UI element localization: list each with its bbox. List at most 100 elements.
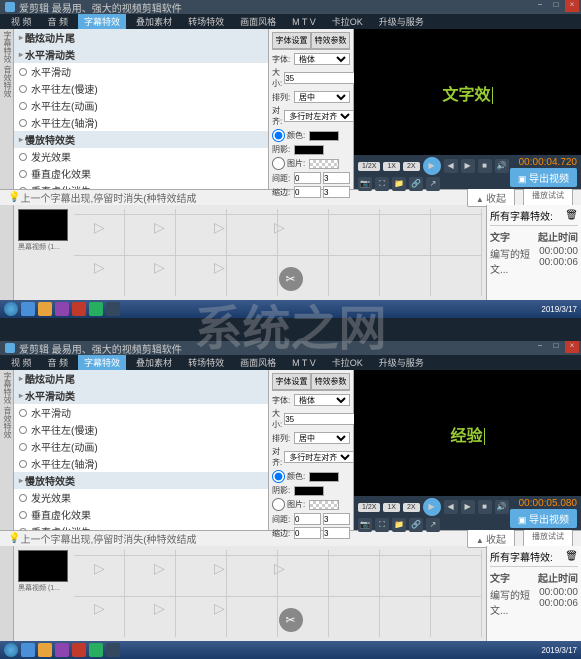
next-frame-button[interactable]: ▶	[461, 159, 475, 173]
menu-0[interactable]: 视 频	[5, 14, 38, 29]
spacing-input[interactable]	[294, 172, 321, 184]
menu-1[interactable]: 音 频	[42, 14, 75, 29]
close-button[interactable]: ×	[565, 0, 579, 12]
tree-item[interactable]: 水平往左(轴滑)	[14, 455, 268, 472]
color-swatch[interactable]	[309, 131, 339, 141]
effects-tree[interactable]: ▸酷炫动片尾▸水平滑动类水平滑动水平往左(慢速)水平往左(动画)水平往左(轴滑)…	[14, 29, 269, 189]
stop-button[interactable]: ■	[478, 500, 492, 514]
menu-4[interactable]: 转场特效	[182, 14, 230, 29]
margin-input2[interactable]	[323, 186, 350, 198]
link-button[interactable]: 🔗	[409, 518, 423, 532]
tree-group[interactable]: ▸水平滑动类	[14, 387, 268, 404]
spacing-input2[interactable]	[323, 172, 350, 184]
taskbar-app[interactable]	[38, 643, 52, 657]
color-swatch[interactable]	[309, 472, 339, 482]
taskbar-app[interactable]	[21, 643, 35, 657]
tree-item[interactable]: 水平往左(动画)	[14, 97, 268, 114]
align-select[interactable]: 居中	[294, 91, 350, 103]
tree-item[interactable]: 发光效果	[14, 489, 268, 506]
margin-input[interactable]	[294, 186, 321, 198]
valign-select[interactable]: 多行时左对齐	[284, 451, 354, 463]
valign-select[interactable]: 多行时左对齐	[284, 110, 354, 122]
taskbar-app[interactable]	[106, 643, 120, 657]
tree-item[interactable]: 水平往左(轴滑)	[14, 114, 268, 131]
subtitle-row[interactable]: 编写的短文... 00:00:00 00:00:06	[490, 586, 578, 618]
speed-2x[interactable]: 2X	[403, 162, 420, 171]
spacing-input2[interactable]	[323, 513, 350, 525]
pattern-swatch[interactable]	[309, 500, 339, 510]
tree-group[interactable]: ▸酷炫动片尾	[14, 29, 268, 46]
speed-half[interactable]: 1/2X	[358, 503, 380, 512]
next-frame-button[interactable]: ▶	[461, 500, 475, 514]
export-button[interactable]: ▣ 导出视频	[510, 168, 577, 187]
left-sidebar[interactable]: 字幕特效 音效特效	[0, 29, 14, 189]
start-button[interactable]	[4, 643, 18, 657]
color-radio[interactable]	[272, 129, 285, 142]
taskbar-app[interactable]	[55, 302, 69, 316]
shadow-swatch[interactable]	[294, 145, 324, 155]
menu-5[interactable]: 画面风格	[234, 355, 282, 370]
menu-7[interactable]: 卡拉OK	[326, 14, 369, 29]
share-button[interactable]: ↗	[426, 177, 440, 191]
tree-item[interactable]: 垂直虚化效果	[14, 506, 268, 523]
taskbar-app[interactable]	[72, 643, 86, 657]
maximize-button[interactable]: □	[549, 341, 563, 353]
margin-input2[interactable]	[323, 527, 350, 539]
taskbar-app[interactable]	[89, 302, 103, 316]
play-button[interactable]: ▶	[423, 157, 441, 175]
delete-icon[interactable]: 🗑	[565, 551, 578, 562]
timeline-main[interactable]: 黑幕视频 (1... ▷ ▷ ▷ ▷ ▷ ▷ ▷	[14, 205, 486, 300]
taskbar-app[interactable]	[38, 302, 52, 316]
menu-2[interactable]: 字幕特效	[78, 14, 126, 29]
tree-group[interactable]: ▸慢放特效类	[14, 472, 268, 489]
tree-item[interactable]: 垂直虚化消失	[14, 523, 268, 530]
spacing-input[interactable]	[294, 513, 321, 525]
font-select[interactable]: 楷体	[294, 394, 350, 406]
menu-6[interactable]: M T V	[286, 357, 322, 369]
timeline-sidebar[interactable]	[0, 546, 14, 641]
stop-button[interactable]: ■	[478, 159, 492, 173]
tree-item[interactable]: 水平滑动	[14, 404, 268, 421]
taskbar-app[interactable]	[89, 643, 103, 657]
pattern-swatch[interactable]	[309, 159, 339, 169]
tree-item[interactable]: 发光效果	[14, 148, 268, 165]
tree-item[interactable]: 垂直虚化效果	[14, 165, 268, 182]
volume-icon[interactable]: 🔊	[495, 500, 509, 514]
tab-effect[interactable]: 特效参数	[311, 32, 350, 49]
taskbar-app[interactable]	[55, 643, 69, 657]
prev-frame-button[interactable]: ◀	[444, 500, 458, 514]
taskbar-app[interactable]	[106, 302, 120, 316]
speed-2x[interactable]: 2X	[403, 503, 420, 512]
tree-group[interactable]: ▸酷炫动片尾	[14, 370, 268, 387]
speed-half[interactable]: 1/2X	[358, 162, 380, 171]
taskbar-app[interactable]	[21, 302, 35, 316]
export-button[interactable]: ▣ 导出视频	[510, 509, 577, 528]
tab-font[interactable]: 字体设置	[272, 32, 311, 49]
menu-4[interactable]: 转场特效	[182, 355, 230, 370]
menu-5[interactable]: 画面风格	[234, 14, 282, 29]
color-radio[interactable]	[272, 470, 285, 483]
cut-button[interactable]: ✂	[279, 608, 303, 632]
tree-item[interactable]: 水平往左(慢速)	[14, 421, 268, 438]
tree-item[interactable]: 水平往左(动画)	[14, 438, 268, 455]
play-button[interactable]: ▶	[423, 498, 441, 516]
close-button[interactable]: ×	[565, 341, 579, 353]
taskbar-app[interactable]	[72, 302, 86, 316]
pic-radio[interactable]	[272, 157, 285, 170]
shadow-swatch[interactable]	[294, 486, 324, 496]
menu-7[interactable]: 卡拉OK	[326, 355, 369, 370]
tree-group[interactable]: ▸水平滑动类	[14, 46, 268, 63]
fullscreen-button[interactable]: ⛶	[375, 518, 389, 532]
fullscreen-button[interactable]: ⛶	[375, 177, 389, 191]
menu-0[interactable]: 视 频	[5, 355, 38, 370]
video-preview[interactable]: 文字效 1/2X 1X 2X ▶ ◀ ▶ ■ 🔊 📷 ⛶ 📁 🔗	[354, 29, 581, 189]
timeline-sidebar[interactable]	[0, 205, 14, 300]
tab-font[interactable]: 字体设置	[272, 373, 311, 390]
effects-tree[interactable]: ▸酷炫动片尾▸水平滑动类水平滑动水平往左(慢速)水平往左(动画)水平往左(轴滑)…	[14, 370, 269, 530]
minimize-button[interactable]: −	[533, 341, 547, 353]
menu-2[interactable]: 字幕特效	[78, 355, 126, 370]
snapshot-button[interactable]: 📷	[358, 518, 372, 532]
tree-group[interactable]: ▸慢放特效类	[14, 131, 268, 148]
menu-6[interactable]: M T V	[286, 16, 322, 28]
margin-input[interactable]	[294, 527, 321, 539]
